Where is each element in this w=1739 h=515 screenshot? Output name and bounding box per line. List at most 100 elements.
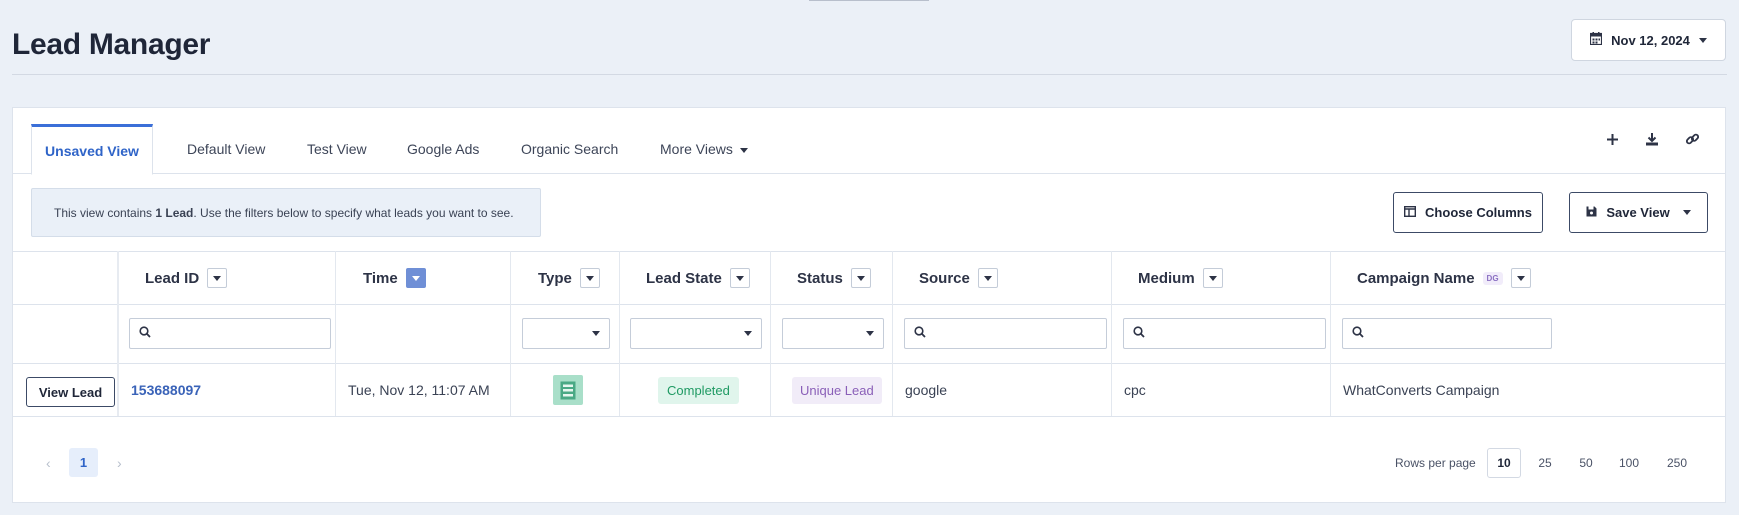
grid-divider	[335, 251, 336, 416]
link-icon[interactable]	[1683, 130, 1701, 148]
title-divider	[12, 74, 1727, 75]
chevron-down-icon	[592, 331, 600, 336]
calendar-icon	[1590, 32, 1603, 48]
columns-icon	[1404, 205, 1417, 220]
pagination: ‹ 1 › Rows per page 10 25 50 100 250	[13, 448, 1725, 478]
download-icon[interactable]	[1643, 130, 1661, 148]
sort-toggle[interactable]	[207, 268, 228, 288]
tab-more-views[interactable]: More Views	[660, 124, 748, 174]
tab-google-ads[interactable]: Google Ads	[407, 124, 479, 174]
sort-toggle[interactable]	[729, 268, 750, 288]
date-picker-button[interactable]: Nov 12, 2024	[1571, 19, 1726, 61]
tab-test-view[interactable]: Test View	[307, 124, 367, 174]
view-tabs: Unsaved View Default View Test View Goog…	[13, 108, 1725, 175]
tab-unsaved-view[interactable]: Unsaved View	[31, 124, 153, 175]
column-header-campaign: Campaign Name DG	[1357, 252, 1531, 304]
column-label: Type	[538, 269, 572, 287]
sort-toggle[interactable]	[1202, 268, 1223, 288]
chevron-down-icon	[983, 275, 992, 281]
search-icon	[914, 325, 926, 343]
column-header-type: Type	[538, 252, 600, 304]
view-info-banner: This view contains 1 Lead . Use the filt…	[31, 188, 541, 237]
rows-option-250[interactable]: 250	[1657, 448, 1697, 478]
column-label: Lead ID	[145, 269, 200, 287]
rows-option-25[interactable]: 25	[1528, 448, 1562, 478]
grid-divider	[770, 251, 771, 416]
column-header-status: Status	[797, 252, 871, 304]
search-icon	[1352, 325, 1364, 343]
medium-cell: cpc	[1124, 382, 1146, 398]
type-filter-select[interactable]	[522, 318, 610, 349]
chevron-down-icon	[213, 275, 222, 281]
chevron-down-icon	[744, 331, 752, 336]
grid-divider	[1111, 251, 1112, 416]
view-lead-button[interactable]: View Lead	[26, 377, 115, 407]
form-icon	[553, 375, 583, 405]
dg-badge: DG	[1482, 271, 1503, 285]
source-filter-input[interactable]	[904, 318, 1107, 349]
grid-divider	[1330, 251, 1331, 416]
column-header-lead-state: Lead State	[646, 252, 750, 304]
save-view-label: Save View	[1606, 205, 1670, 220]
lead-panel: Unsaved View Default View Test View Goog…	[12, 107, 1726, 503]
column-header-medium: Medium	[1138, 252, 1223, 304]
chevron-down-icon	[866, 331, 874, 336]
chevron-down-icon	[1682, 210, 1691, 215]
campaign-cell: WhatConverts Campaign	[1343, 382, 1500, 398]
rows-per-page-label: Rows per page	[1395, 456, 1476, 470]
info-suffix: . Use the filters below to specify what …	[193, 205, 514, 220]
chevron-down-icon	[1516, 275, 1525, 281]
chevron-down-icon	[856, 275, 865, 281]
page-number[interactable]: 1	[69, 448, 98, 477]
chevron-down-icon	[739, 148, 748, 153]
medium-filter-input[interactable]	[1123, 318, 1326, 349]
save-view-button[interactable]: Save View	[1569, 192, 1708, 233]
date-label: Nov 12, 2024	[1611, 32, 1690, 48]
info-count: 1 Lead	[155, 205, 194, 220]
tab-more-views-label: More Views	[660, 141, 733, 157]
rows-option-50[interactable]: 50	[1569, 448, 1603, 478]
column-label: Status	[797, 269, 843, 287]
sort-toggle[interactable]	[579, 268, 600, 288]
status-filter-select[interactable]	[782, 318, 884, 349]
grid-divider	[117, 251, 119, 416]
info-prefix: This view contains	[54, 205, 156, 220]
tab-default-view[interactable]: Default View	[187, 124, 265, 174]
lead-id-filter-input[interactable]	[129, 318, 331, 349]
table-row: 153688097	[131, 364, 201, 416]
add-icon[interactable]	[1603, 130, 1621, 148]
rows-option-100[interactable]: 100	[1609, 448, 1649, 478]
tab-organic-search[interactable]: Organic Search	[521, 124, 618, 174]
top-handle	[809, 0, 929, 1]
rows-option-10[interactable]: 10	[1487, 448, 1521, 478]
campaign-filter-input[interactable]	[1342, 318, 1552, 349]
time-cell: Tue, Nov 12, 11:07 AM	[348, 382, 490, 398]
grid-divider	[13, 304, 1725, 305]
grid-divider	[13, 416, 1725, 417]
sort-toggle[interactable]	[1510, 268, 1531, 288]
lead-state-cell: Completed	[658, 364, 739, 416]
sort-toggle[interactable]	[405, 268, 426, 288]
chevron-down-icon	[1698, 37, 1707, 43]
column-header-lead-id: Lead ID	[145, 252, 228, 304]
column-label: Campaign Name	[1357, 269, 1475, 287]
column-header-time: Time	[363, 252, 426, 304]
prev-page-button[interactable]: ‹	[46, 455, 51, 471]
source-cell: google	[905, 382, 948, 398]
next-page-button[interactable]: ›	[117, 455, 122, 471]
chevron-down-icon	[585, 275, 594, 281]
status-cell: Unique Lead	[792, 364, 882, 416]
type-cell	[553, 364, 583, 416]
choose-columns-button[interactable]: Choose Columns	[1393, 192, 1543, 233]
sort-toggle[interactable]	[850, 268, 871, 288]
page-title: Lead Manager	[12, 28, 211, 61]
status-badge: Unique Lead	[792, 376, 882, 404]
grid-divider	[892, 251, 893, 416]
column-header-source: Source	[919, 252, 998, 304]
chevron-down-icon	[411, 275, 420, 281]
sort-toggle[interactable]	[977, 268, 998, 288]
save-icon	[1586, 205, 1597, 220]
lead-state-filter-select[interactable]	[630, 318, 762, 349]
lead-id-link[interactable]: 153688097	[131, 382, 201, 398]
grid-divider	[510, 251, 511, 416]
